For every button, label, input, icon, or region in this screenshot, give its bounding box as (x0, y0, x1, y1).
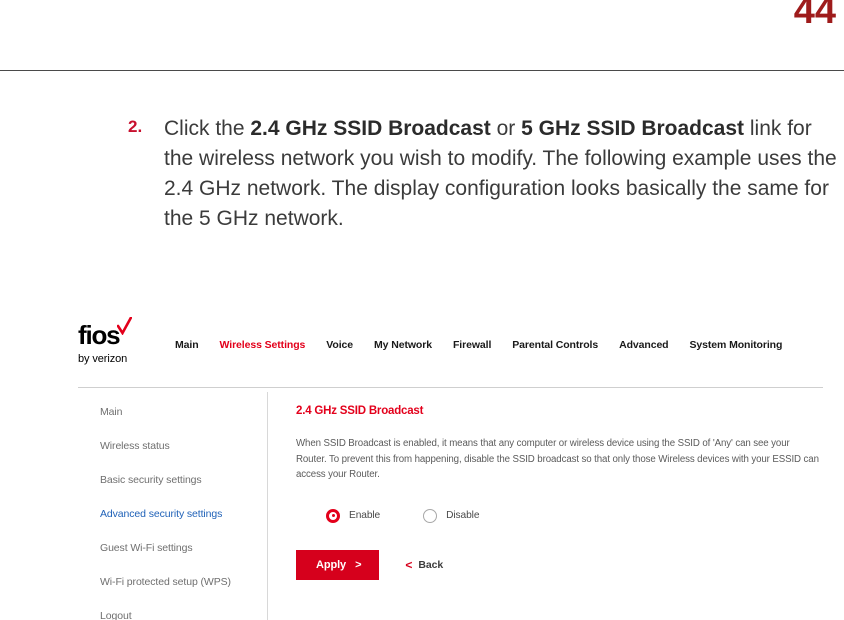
radio-label-enable: Enable (349, 510, 381, 521)
step-text-run-1: 2.4 GHz SSID Broadcast (250, 117, 491, 140)
sidebar-item-wireless-status[interactable]: Wireless status (100, 440, 267, 452)
document-page: 44 2. Click the 2.4 GHz SSID Broadcast o… (0, 0, 844, 620)
sidebar-item-wi-fi-protected-setup-wps[interactable]: Wi-Fi protected setup (WPS) (100, 576, 267, 588)
header-divider (0, 70, 844, 71)
back-link[interactable]: < Back (405, 559, 443, 571)
radio-option-enable[interactable]: Enable (326, 508, 381, 523)
step-text-run-2: or (490, 117, 522, 140)
page-number: 44 (793, 0, 836, 32)
step-body: Click the 2.4 GHz SSID Broadcast or 5 GH… (164, 114, 840, 234)
fios-logo: fios by verizon (75, 317, 175, 365)
nav-item-my-network[interactable]: My Network (374, 339, 432, 351)
ssid-broadcast-radio-group: Enable Disable (296, 508, 844, 523)
nav-item-wireless-settings[interactable]: Wireless Settings (220, 339, 306, 351)
router-nav: Main Wireless Settings Voice My Network Fire… (175, 324, 782, 351)
sidebar-item-advanced-security-settings[interactable]: Advanced security settings (100, 508, 267, 520)
nav-item-main[interactable]: Main (175, 339, 199, 351)
router-sidebar: Main Wireless status Basic security settin… (75, 392, 268, 620)
sidebar-item-main[interactable]: Main (100, 406, 267, 418)
sidebar-item-guest-wi-fi-settings[interactable]: Guest Wi-Fi settings (100, 542, 267, 554)
chevron-right-icon: > (355, 558, 362, 571)
nav-item-parental-controls[interactable]: Parental Controls (512, 339, 598, 351)
content-title: 2.4 GHz SSID Broadcast (296, 405, 424, 417)
nav-item-voice[interactable]: Voice (326, 339, 353, 351)
form-actions: Apply > < Back (296, 549, 844, 580)
nav-item-system-monitoring[interactable]: System Monitoring (690, 339, 783, 351)
nav-item-firewall[interactable]: Firewall (453, 339, 491, 351)
radio-label-disable: Disable (446, 510, 480, 521)
checkmark-icon (117, 317, 133, 335)
radio-option-disable[interactable]: Disable (423, 508, 480, 523)
content-description: When SSID Broadcast is enabled, it means… (296, 438, 819, 480)
sidebar-item-logout[interactable]: Logout (100, 610, 267, 620)
step-number: 2. (128, 117, 143, 136)
router-ui-screenshot: fios by verizon Main Wireless Settings Voi… (75, 310, 844, 620)
apply-button[interactable]: Apply > (296, 549, 380, 580)
router-topbar: fios by verizon Main Wireless Settings Voi… (75, 310, 844, 380)
router-body: Main Wireless status Basic security settin… (75, 392, 844, 620)
back-link-label: Back (418, 558, 444, 571)
chevron-left-icon: < (405, 557, 413, 572)
step-text-run-3: 5 GHz SSID Broadcast (521, 117, 745, 140)
nav-item-advanced[interactable]: Advanced (619, 339, 668, 351)
apply-button-label: Apply (316, 558, 347, 571)
sidebar-item-basic-security-settings[interactable]: Basic security settings (100, 474, 267, 486)
fios-wordmark: fios (78, 317, 133, 348)
radio-unselected-icon[interactable] (423, 508, 438, 523)
radio-selected-icon[interactable] (326, 508, 340, 523)
fios-subtext: by verizon (78, 353, 128, 365)
step-text-run-0: Click the (164, 117, 251, 140)
router-nav-divider (78, 387, 823, 388)
router-content-panel: 2.4 GHz SSID Broadcast When SSID Broadca… (268, 392, 844, 620)
instruction-step: 2. Click the 2.4 GHz SSID Broadcast or 5… (128, 114, 840, 234)
